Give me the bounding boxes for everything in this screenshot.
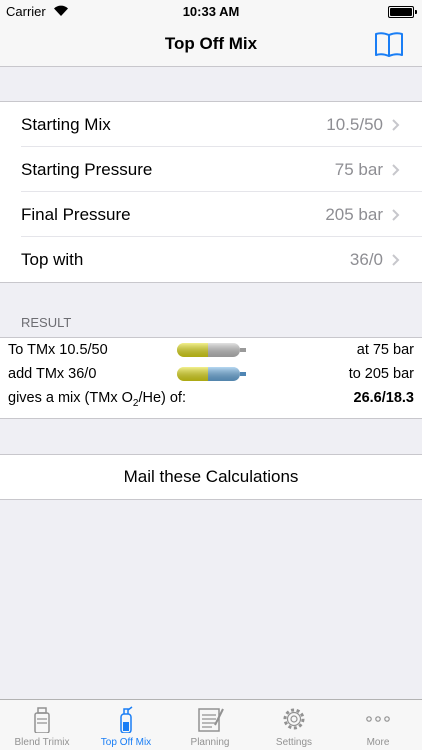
tank-start-icon: [177, 343, 246, 357]
nav-bar: Top Off Mix: [0, 22, 422, 67]
result-row-add: add TMx 36/0 to 205 bar: [0, 362, 422, 386]
top-with-value: 36/0: [349, 250, 383, 269]
blend-cylinder-icon: [34, 707, 50, 733]
mail-calculations-label: Mail these Calculations: [123, 467, 299, 486]
final-pressure-text: to 205 bar: [348, 366, 414, 382]
tank-top-icon: [177, 367, 246, 381]
result-mix-label: gives a mix (TMx O2/He) of:: [8, 390, 186, 409]
mix-settings-group: Starting Mix 10.5/50 Starting Pressure 7…: [0, 101, 422, 283]
gear-icon: [283, 708, 305, 730]
tab-label: Settings: [275, 737, 313, 748]
tab-settings[interactable]: Settings: [252, 700, 336, 750]
book-icon[interactable]: [374, 30, 404, 58]
tab-planning[interactable]: Planning: [168, 700, 252, 750]
start-mix-text: To TMx 10.5/50: [8, 342, 108, 358]
chevron-right-icon: [392, 254, 400, 266]
status-bar: Carrier 10:33 AM: [0, 0, 422, 22]
tab-more[interactable]: More: [336, 700, 420, 750]
final-pressure-row[interactable]: Final Pressure 205 bar: [0, 192, 422, 237]
starting-pressure-label: Starting Pressure: [21, 160, 153, 179]
top-mix-text: add TMx 36/0: [8, 366, 97, 382]
final-pressure-label: Final Pressure: [21, 205, 131, 224]
top-with-row[interactable]: Top with 36/0: [0, 237, 422, 282]
mail-calculations-button[interactable]: Mail these Calculations: [0, 454, 422, 500]
more-icon: [366, 716, 390, 722]
chevron-right-icon: [392, 164, 400, 176]
tab-bar: Blend Trimix Top Off Mix Planning Settin…: [0, 699, 422, 750]
result-mix-label-suffix: /He) of:: [138, 390, 186, 406]
tab-label: More: [366, 737, 390, 748]
final-pressure-value: 205 bar: [325, 205, 383, 224]
chevron-right-icon: [392, 209, 400, 221]
result-section-header: RESULT: [21, 315, 72, 330]
page-title: Top Off Mix: [164, 34, 258, 53]
result-mix-label-prefix: gives a mix (TMx O: [8, 390, 133, 406]
starting-pressure-row[interactable]: Starting Pressure 75 bar: [0, 147, 422, 192]
result-row-start: To TMx 10.5/50 at 75 bar: [0, 338, 422, 362]
tab-blend-trimix[interactable]: Blend Trimix: [0, 700, 84, 750]
tab-label: Blend Trimix: [14, 737, 70, 748]
cylinder-icon: [120, 706, 133, 733]
starting-pressure-value: 75 bar: [334, 160, 383, 179]
start-pressure-text: at 75 bar: [356, 342, 414, 358]
top-with-label: Top with: [21, 250, 84, 269]
starting-mix-value: 10.5/50: [326, 115, 383, 134]
result-panel: To TMx 10.5/50 at 75 bar add TMx 36/0 to…: [0, 337, 422, 419]
result-row-mix: gives a mix (TMx O2/He) of: 26.6/18.3: [0, 386, 422, 410]
tab-label: Top Off Mix: [100, 737, 152, 748]
chevron-right-icon: [392, 119, 400, 131]
starting-mix-row[interactable]: Starting Mix 10.5/50: [0, 102, 422, 147]
battery-icon: [388, 6, 417, 18]
status-time: 10:33 AM: [182, 4, 240, 19]
starting-mix-label: Starting Mix: [21, 115, 111, 134]
tab-label: Planning: [190, 737, 230, 748]
result-mix-value: 26.6/18.3: [353, 390, 414, 406]
notepad-icon: [198, 708, 224, 732]
tab-top-off-mix[interactable]: Top Off Mix: [84, 700, 168, 750]
